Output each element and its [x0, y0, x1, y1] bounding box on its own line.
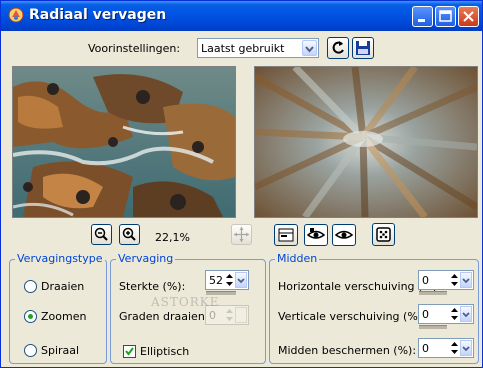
- chevron-down-icon: [235, 307, 247, 323]
- rocky-coast-image: [12, 67, 235, 217]
- spin-arrows-icon[interactable]: [449, 306, 460, 322]
- radio-zoomen[interactable]: [24, 310, 37, 323]
- v-offset-value: 0: [422, 308, 429, 321]
- title-bar[interactable]: Radiaal vervagen: [1, 1, 482, 31]
- randomize-button[interactable]: [372, 223, 395, 246]
- auto-proof-button[interactable]: [304, 224, 328, 246]
- radio-selected-dot: [28, 314, 33, 319]
- chevron-down-icon[interactable]: [302, 40, 317, 56]
- blur-title: Vervaging: [116, 252, 176, 265]
- save-preset-button[interactable]: [352, 37, 374, 59]
- strength-label: Sterkte (%):: [119, 280, 186, 293]
- source-preview[interactable]: [12, 66, 236, 218]
- protect-label: Midden beschermen (%):: [278, 344, 417, 357]
- radio-spiraal[interactable]: [24, 344, 37, 357]
- chevron-down-icon[interactable]: [460, 272, 472, 288]
- reset-preset-button[interactable]: [327, 37, 349, 59]
- window-title: Radiaal vervagen: [29, 7, 167, 23]
- center-title: Midden: [275, 252, 320, 265]
- spin-arrows-icon: [226, 309, 233, 321]
- watermark-text: ASTORKE: [151, 295, 220, 309]
- h-offset-input[interactable]: 0: [418, 270, 474, 290]
- close-icon: [463, 11, 474, 22]
- reset-arrow-icon: [332, 41, 344, 54]
- result-preview[interactable]: [253, 64, 479, 220]
- presets-label: Voorinstellingen:: [88, 42, 181, 55]
- pan-button[interactable]: [231, 224, 252, 245]
- v-offset-label: Verticale verschuiving (%):: [278, 310, 426, 323]
- radio-draaien[interactable]: [24, 280, 37, 293]
- protect-value: 0: [422, 342, 429, 355]
- chevron-down-icon[interactable]: [460, 340, 472, 356]
- h-offset-slider[interactable]: [419, 291, 447, 295]
- zoom-in-button[interactable]: [119, 224, 140, 245]
- center-group: Midden Horizontale verschuiving (%): 0 V…: [269, 252, 479, 364]
- spin-arrows-icon[interactable]: [224, 272, 235, 288]
- blur-group: Vervaging Sterkte (%): 52 Graden draaien…: [110, 252, 266, 364]
- maximize-icon: [439, 10, 452, 22]
- presets-value: Laatst gebruikt: [201, 42, 285, 55]
- maximize-button[interactable]: [435, 6, 456, 27]
- move-icon: [234, 227, 249, 242]
- strength-value: 52: [209, 274, 223, 287]
- elliptical-checkbox[interactable]: [123, 345, 136, 358]
- presets-row: Voorinstellingen: Laatst gebruikt: [1, 37, 482, 60]
- radio-spiraal-label[interactable]: Spiraal: [41, 344, 79, 357]
- chevron-down-icon[interactable]: [460, 306, 472, 322]
- zoom-in-icon: [122, 227, 136, 241]
- app-icon: [8, 7, 24, 23]
- minimize-icon: [418, 19, 425, 22]
- spin-arrows-icon[interactable]: [449, 340, 460, 356]
- v-offset-slider[interactable]: [419, 325, 447, 329]
- eye-lock-icon: [306, 228, 326, 239]
- spin-arrows-icon[interactable]: [449, 272, 460, 288]
- zoom-out-icon: [94, 227, 108, 241]
- h-offset-value: 0: [422, 274, 429, 287]
- zoom-level: 22,1%: [155, 231, 190, 244]
- preview-eye-button[interactable]: [332, 224, 356, 246]
- zoom-out-button[interactable]: [91, 224, 112, 245]
- strength-input[interactable]: 52: [205, 270, 249, 290]
- radio-zoomen-label[interactable]: Zoomen: [41, 310, 86, 323]
- chevron-down-icon[interactable]: [235, 272, 247, 288]
- eye-icon: [334, 230, 354, 239]
- floppy-disk-icon: [356, 41, 370, 55]
- minimize-button[interactable]: [412, 6, 433, 27]
- presets-dropdown[interactable]: Laatst gebruikt: [197, 38, 319, 58]
- proof-toggle-button[interactable]: [274, 224, 298, 246]
- close-button[interactable]: [458, 6, 479, 27]
- blur-type-group: Vervagingstype Draaien Zoomen Spiraal: [9, 252, 107, 364]
- dialog-window: Radiaal vervagen Voorinstellingen: Laats…: [0, 0, 483, 368]
- preview-window-icon: [278, 228, 294, 242]
- h-offset-label: Horizontale verschuiving (%):: [278, 280, 441, 293]
- elliptical-label[interactable]: Elliptisch: [140, 345, 189, 358]
- dice-icon: [376, 227, 391, 242]
- twist-value: 0: [209, 309, 216, 322]
- twist-label: Graden draaien:: [119, 310, 209, 323]
- checkmark-icon: [125, 347, 134, 356]
- radial-blur-image: [253, 64, 479, 220]
- radio-draaien-label[interactable]: Draaien: [41, 280, 84, 293]
- v-offset-input[interactable]: 0: [418, 304, 474, 324]
- protect-input[interactable]: 0: [418, 338, 474, 358]
- blur-type-title: Vervagingstype: [15, 252, 105, 265]
